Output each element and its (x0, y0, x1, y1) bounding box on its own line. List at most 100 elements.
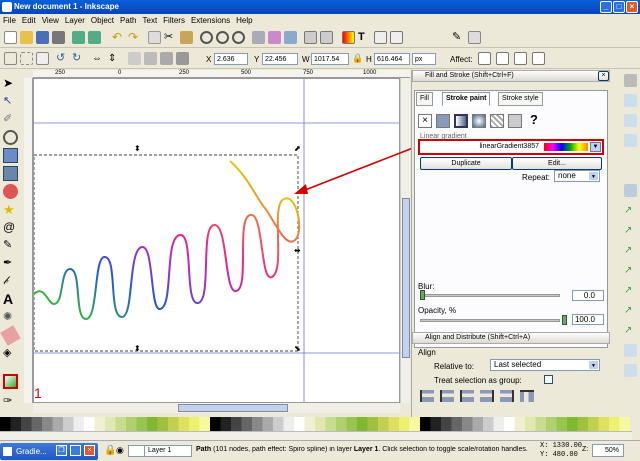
vertical-scroll-thumb[interactable] (402, 198, 410, 358)
palette-swatch[interactable] (42, 417, 53, 431)
palette-swatch[interactable] (94, 417, 106, 431)
flip-horizontal-icon[interactable]: ⇔ (92, 52, 105, 65)
palette-swatch[interactable] (115, 417, 127, 431)
menu-view[interactable]: View (39, 14, 62, 28)
palette-swatch[interactable] (73, 417, 85, 431)
vertical-scrollbar[interactable] (400, 78, 410, 403)
snap-bbox-icon[interactable] (624, 94, 637, 107)
print-icon[interactable] (52, 31, 65, 44)
snap-bbox-corner-icon[interactable] (624, 134, 637, 147)
spray-tool-icon[interactable]: ✺ (3, 310, 18, 325)
palette-swatch[interactable] (126, 417, 137, 431)
node-tool-icon[interactable]: ↖ (3, 94, 18, 109)
rotate-cw-icon[interactable]: ↻ (72, 52, 85, 65)
undo-icon[interactable]: ↶ (112, 31, 125, 44)
panel-close-icon[interactable]: × (598, 71, 609, 81)
minimize-icon[interactable]: _ (600, 1, 612, 13)
duplicate-button[interactable]: Duplicate (420, 157, 512, 170)
blur-slider-handle[interactable] (420, 290, 425, 300)
flip-vertical-icon[interactable]: ⇕ (108, 52, 121, 65)
unset-paint-icon[interactable]: ? (530, 112, 538, 127)
rotate-ccw-icon[interactable]: ↺ (56, 52, 69, 65)
palette-swatch[interactable] (325, 417, 337, 431)
raise-to-top-icon[interactable] (128, 52, 141, 65)
snap-path-icon[interactable]: ↗ (624, 204, 637, 217)
palette-swatch[interactable] (10, 417, 22, 431)
palette-swatch[interactable] (546, 417, 557, 431)
paste-icon[interactable] (180, 31, 193, 44)
scale-handle-bottom[interactable]: ⬍ (134, 345, 141, 353)
h-input[interactable] (374, 53, 410, 65)
palette-swatch[interactable] (472, 417, 484, 431)
lock-proportions-icon[interactable]: 🔒 (352, 52, 365, 65)
palette-scrollbar[interactable] (0, 431, 632, 440)
palette-swatch[interactable] (63, 417, 74, 431)
menu-text[interactable]: Text (140, 14, 161, 28)
group-icon[interactable] (304, 31, 317, 44)
palette-swatch[interactable] (388, 417, 400, 431)
document-properties-icon[interactable] (468, 31, 481, 44)
cut-icon[interactable]: ✂ (164, 31, 177, 44)
palette-swatch[interactable] (493, 417, 505, 431)
palette-swatch[interactable] (157, 417, 169, 431)
blur-slider[interactable] (420, 294, 560, 297)
duplicate-icon[interactable] (252, 31, 265, 44)
palette-swatch[interactable] (367, 417, 379, 431)
y-input[interactable] (262, 53, 298, 65)
scale-handle-top[interactable]: ⬍ (134, 145, 141, 153)
close-icon[interactable]: × (626, 1, 638, 13)
menu-path[interactable]: Path (117, 14, 139, 28)
tab-fill[interactable]: Fill (416, 92, 433, 106)
palette-swatch[interactable] (504, 417, 515, 431)
clone-icon[interactable] (268, 31, 281, 44)
palette-swatch[interactable] (136, 417, 148, 431)
select-all-layers-icon[interactable] (20, 52, 33, 65)
palette-swatch[interactable] (105, 417, 116, 431)
fill-stroke-icon[interactable] (342, 31, 355, 44)
palette-swatch[interactable] (294, 417, 305, 431)
align-left-icon[interactable] (420, 390, 434, 402)
snap-midpoint-icon[interactable]: ↗ (624, 284, 637, 297)
palette-swatch[interactable] (283, 417, 295, 431)
tweak-tool-icon[interactable]: ✐ (3, 112, 18, 127)
pen-tool-icon[interactable]: ✒ (3, 256, 18, 271)
snap-rotation-icon[interactable]: ↗ (624, 324, 637, 337)
spiral-tool-icon[interactable]: @ (3, 220, 18, 235)
menu-object[interactable]: Object (88, 14, 117, 28)
zoom-page-icon[interactable] (232, 31, 245, 44)
palette-swatch[interactable] (336, 417, 347, 431)
palette-swatch[interactable] (430, 417, 442, 431)
maximize-icon[interactable]: □ (613, 1, 625, 13)
palette-swatch[interactable] (514, 417, 526, 431)
opacity-input[interactable]: 100.0 (572, 314, 604, 325)
xml-editor-icon[interactable] (374, 31, 387, 44)
export-icon[interactable] (88, 31, 101, 44)
palette-swatch[interactable] (315, 417, 326, 431)
affect-stroke-width-icon[interactable] (478, 52, 491, 65)
deselect-icon[interactable] (36, 52, 49, 65)
palette-swatch[interactable] (220, 417, 232, 431)
snap-bbox-edge-icon[interactable] (624, 114, 637, 127)
ungroup-icon[interactable] (320, 31, 333, 44)
palette-swatches[interactable] (0, 417, 632, 431)
repeat-select[interactable]: none ▼ (554, 170, 600, 182)
menu-edit[interactable]: Edit (19, 14, 39, 28)
align-right-edges-icon[interactable] (480, 390, 494, 402)
save-icon[interactable] (36, 31, 49, 44)
gradient-tool-icon[interactable] (3, 374, 18, 389)
dropper-tool-icon[interactable]: ✑ (3, 394, 18, 409)
palette-swatch[interactable] (483, 417, 494, 431)
menu-help[interactable]: Help (233, 14, 255, 28)
palette-swatch[interactable] (21, 417, 32, 431)
palette-swatch[interactable] (619, 417, 631, 431)
snap-nodes-icon[interactable] (624, 184, 637, 197)
palette-swatch[interactable] (52, 417, 64, 431)
select-all-icon[interactable] (4, 52, 17, 65)
align-distribute-header[interactable]: Align and Distribute (Shift+Ctrl+A) (412, 332, 610, 344)
pattern-icon[interactable] (490, 114, 504, 128)
visibility-eye-icon[interactable]: ◉ (116, 445, 124, 456)
repeat-dropdown-icon[interactable]: ▼ (589, 172, 598, 180)
tab-stroke-style[interactable]: Stroke style (498, 92, 543, 106)
center-horizontal-icon[interactable] (460, 390, 474, 402)
star-tool-icon[interactable]: ★ (3, 202, 18, 217)
